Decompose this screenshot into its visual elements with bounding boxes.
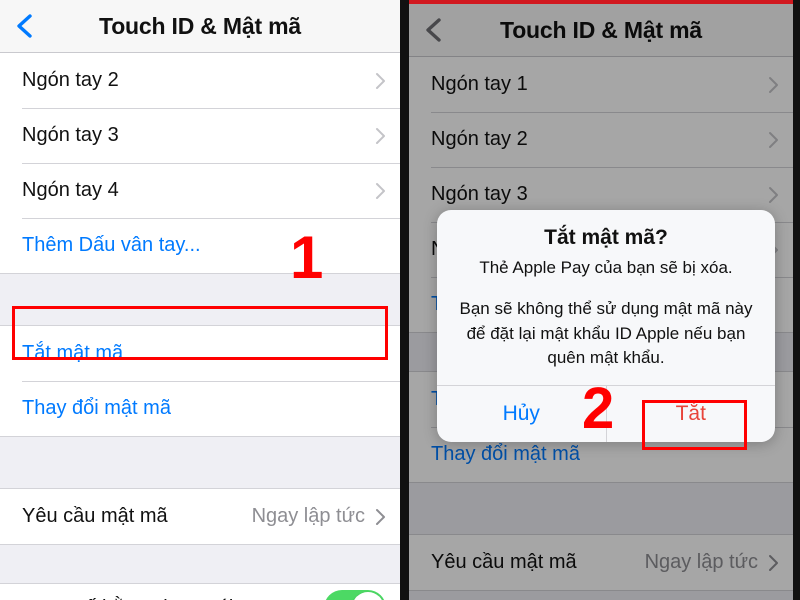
toggle-knob bbox=[352, 592, 384, 600]
group-separator bbox=[0, 436, 400, 489]
right-phone-screen: Touch ID & Mật mã Ngón tay 1 Ngón tay 2 bbox=[400, 0, 800, 600]
turn-off-passcode-dialog: Tắt mật mã? Thẻ Apple Pay của bạn sẽ bị … bbox=[437, 210, 776, 443]
list-item-ngon-tay-4[interactable]: Ngón tay 4 bbox=[0, 163, 400, 218]
page-title: Touch ID & Mật mã bbox=[99, 12, 301, 39]
list-item-value: Ngay lập tức bbox=[251, 505, 365, 527]
list-item-label: Tắt mật mã bbox=[22, 342, 124, 364]
device-frame-right bbox=[793, 0, 800, 600]
chevron-right-icon bbox=[375, 127, 386, 145]
chevron-right-icon bbox=[375, 72, 386, 90]
list-item-label: Ngón tay 3 bbox=[22, 124, 119, 146]
cancel-button[interactable]: Hủy bbox=[437, 386, 606, 442]
screenshot-root: Touch ID & Mật mã Ngón tay 2 Ngón tay 3 bbox=[0, 0, 800, 600]
left-voicedial-group: Quay số bằng giọng nói bbox=[0, 584, 400, 600]
group-separator bbox=[0, 544, 400, 584]
dialog-actions: Hủy Tắt bbox=[437, 385, 776, 443]
list-item-label: Ngón tay 4 bbox=[22, 179, 119, 201]
voice-dial-toggle[interactable] bbox=[324, 590, 386, 600]
list-item-tat-mat-ma[interactable]: Tắt mật mã bbox=[0, 326, 400, 381]
list-item-quay-so-bang-giong-noi[interactable]: Quay số bằng giọng nói bbox=[0, 584, 400, 600]
left-navbar: Touch ID & Mật mã bbox=[0, 0, 400, 53]
list-item-them-dau-van-tay[interactable]: Thêm Dấu vân tay... bbox=[0, 218, 400, 273]
device-frame-left bbox=[400, 0, 409, 600]
chevron-left-icon bbox=[15, 11, 35, 41]
chevron-right-icon bbox=[375, 182, 386, 200]
left-phone-screen: Touch ID & Mật mã Ngón tay 2 Ngón tay 3 bbox=[0, 0, 400, 600]
list-item-label: Yêu cầu mật mã bbox=[22, 505, 168, 527]
left-passcode-group: Tắt mật mã Thay đổi mật mã bbox=[0, 326, 400, 436]
chevron-right-icon bbox=[375, 508, 386, 526]
list-item-thay-doi-mat-ma[interactable]: Thay đổi mật mã bbox=[0, 381, 400, 436]
dialog-message-line-1: Thẻ Apple Pay của bạn sẽ bị xóa. bbox=[479, 258, 733, 277]
dialog-body: Tắt mật mã? Thẻ Apple Pay của bạn sẽ bị … bbox=[437, 210, 775, 385]
left-fingerprint-group: Ngón tay 2 Ngón tay 3 Ngón tay 4 Thêm Dấ… bbox=[0, 53, 400, 273]
list-item-label: Ngón tay 2 bbox=[22, 69, 119, 91]
confirm-turn-off-button[interactable]: Tắt bbox=[607, 386, 776, 442]
list-item-label: Quay số bằng giọng nói bbox=[22, 597, 324, 600]
back-button[interactable] bbox=[14, 11, 36, 41]
group-separator bbox=[0, 273, 400, 326]
list-item-ngon-tay-2[interactable]: Ngón tay 2 bbox=[0, 53, 400, 108]
list-item-label: Thay đổi mật mã bbox=[22, 397, 171, 419]
left-require-group: Yêu cầu mật mã Ngay lập tức bbox=[0, 489, 400, 544]
dialog-message-line-2: Bạn sẽ không thể sử dụng mật mã này để đ… bbox=[459, 299, 753, 368]
device-frame-top bbox=[400, 0, 800, 4]
list-item-yeu-cau-mat-ma[interactable]: Yêu cầu mật mã Ngay lập tức bbox=[0, 489, 400, 544]
list-item-ngon-tay-3[interactable]: Ngón tay 3 bbox=[0, 108, 400, 163]
dialog-title: Tắt mật mã? bbox=[544, 226, 668, 249]
list-item-label: Thêm Dấu vân tay... bbox=[22, 234, 201, 256]
